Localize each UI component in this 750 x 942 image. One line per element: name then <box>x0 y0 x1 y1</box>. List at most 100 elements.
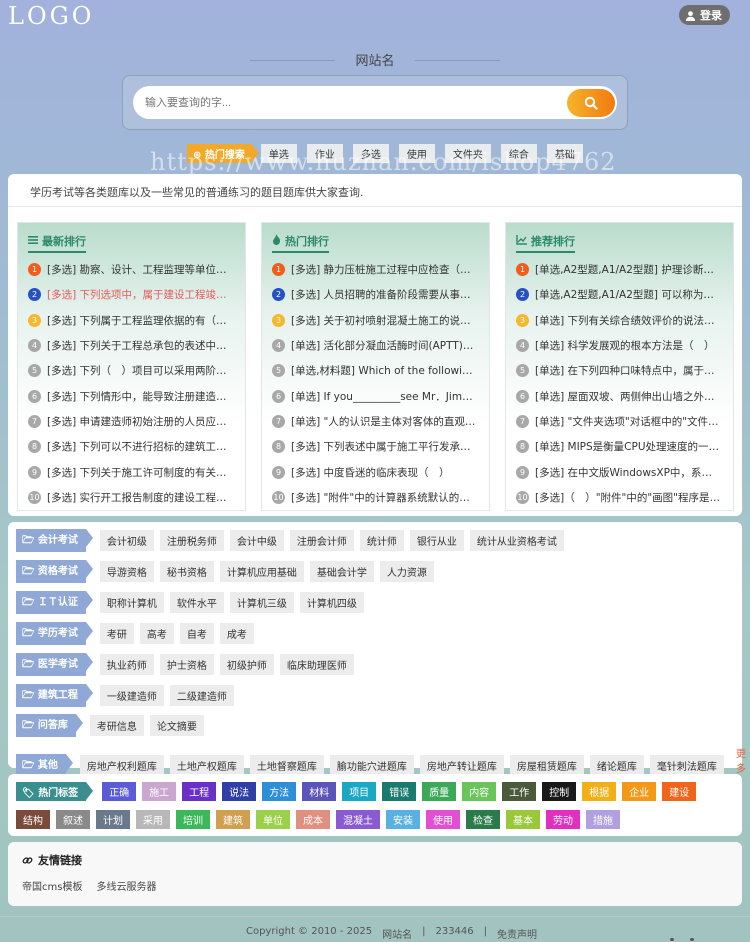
hot-tag[interactable]: 错误 <box>382 782 417 801</box>
category-label[interactable]: 🗁 建筑工程 <box>16 683 93 707</box>
category-tag[interactable]: 导游资格 <box>99 560 154 582</box>
rank-item[interactable]: 10 [多选] 实行开工报告制度的建设工程，因故中止施工 <box>28 485 234 510</box>
hot-tag[interactable]: 混凝土 <box>336 810 380 829</box>
category-tag[interactable]: 一级建造师 <box>99 684 164 706</box>
hot-keyword[interactable]: 基础 <box>546 144 583 163</box>
category-label[interactable]: 🗁 问答库 <box>16 714 83 738</box>
rank-item[interactable]: 9 [多选] 在中文版WindowsXP中，系统还原功能 <box>516 459 722 484</box>
friend-link[interactable]: 帝国cms模板 <box>22 878 82 893</box>
hot-tag[interactable]: 单位 <box>256 810 290 829</box>
hot-tag[interactable]: 结构 <box>16 810 50 829</box>
hot-tag[interactable]: 内容 <box>462 782 497 801</box>
rank-item[interactable]: 2 [多选] 人员招聘的准备阶段需要从事的工作有 <box>272 282 478 307</box>
category-tag[interactable]: 计算机应用基础 <box>219 560 304 582</box>
rank-item[interactable]: 5 [多选] 下列（ ）项目可以采用两阶段招标 <box>28 358 234 383</box>
category-tag[interactable]: 职称计算机 <box>99 591 164 613</box>
category-tag[interactable]: 自考 <box>179 622 214 644</box>
category-tag[interactable]: 统计从业资格考试 <box>469 530 564 551</box>
category-label[interactable]: 🗁 医学考试 <box>16 652 93 676</box>
rank-item[interactable]: 6 [单选] If you_________see Mr．Jim，y... <box>272 383 478 408</box>
hot-tag[interactable]: 安装 <box>386 810 420 829</box>
category-tag[interactable]: 高考 <box>139 622 174 644</box>
logo[interactable]: LOGO <box>8 2 94 30</box>
hot-tag[interactable]: 企业 <box>622 782 657 801</box>
rank-item[interactable]: 4 [单选] 科学发展观的根本方法是（ ） <box>516 333 722 358</box>
rank-item[interactable]: 3 [单选] 下列有关综合绩效评价的说法中正确的是 <box>516 308 722 333</box>
category-tag[interactable]: 基础会计学 <box>309 560 374 582</box>
rank-item[interactable]: 3 [多选] 下列属于工程监理依据的有（ ） <box>28 308 234 333</box>
hot-keyword[interactable]: 综合 <box>500 144 537 163</box>
rank-item[interactable]: 2 [多选] 下列选项中，属于建设工程竣工验收条件的有 <box>28 282 234 307</box>
rank-item[interactable]: 2 [单选,A2型题,A1/A2型题] 可以称为思维奔逸的 <box>516 282 722 307</box>
login-button[interactable]: 登录 <box>679 5 730 25</box>
footer-site[interactable]: 网站名 <box>382 926 412 941</box>
category-tag[interactable]: 初级护师 <box>219 653 274 675</box>
category-tag[interactable]: 统计师 <box>359 530 404 551</box>
rank-item[interactable]: 8 [多选] 下列可以不进行招标的建筑工程项目有 <box>28 434 234 459</box>
rank-item[interactable]: 9 [多选] 中度昏迷的临床表现（ ） <box>272 459 478 484</box>
rank-item[interactable]: 10 [多选]（ ）"附件"中的"画图"程序是一个 <box>516 485 722 510</box>
rank-item[interactable]: 6 [多选] 下列情形中，能导致注册建造师注册失效 <box>28 383 234 408</box>
hot-tag[interactable]: 材料 <box>302 782 337 801</box>
hot-tag[interactable]: 劳动 <box>546 810 580 829</box>
hot-tag[interactable]: 正确 <box>102 782 137 801</box>
category-tag[interactable]: 注册会计师 <box>289 530 354 551</box>
rank-item[interactable]: 1 [单选,A2型题,A1/A2型题] 护理诊断指出的问题 <box>516 257 722 282</box>
category-tag[interactable]: 银行从业 <box>409 530 464 551</box>
hot-tag[interactable]: 使用 <box>426 810 460 829</box>
category-label[interactable]: 🗁 ＩＴ认证 <box>16 590 93 614</box>
search-button[interactable] <box>567 89 615 117</box>
category-tag[interactable]: 会计中级 <box>229 530 284 551</box>
category-tag[interactable]: 考研 <box>99 622 134 644</box>
hot-tag[interactable]: 叙述 <box>56 810 90 829</box>
rank-item[interactable]: 8 [多选] 下列表述中属于施工平行发承包模式特点 <box>272 434 478 459</box>
hot-tag[interactable]: 成本 <box>296 810 330 829</box>
category-tag[interactable]: 护士资格 <box>159 653 214 675</box>
rank-item[interactable]: 7 [单选] "文件夹选项"对话框中的"文件类型"选项卡 <box>516 409 722 434</box>
category-tag[interactable]: 秘书资格 <box>159 560 214 582</box>
rank-item[interactable]: 9 [多选] 下列关于施工许可制度的有关表述中正确的 <box>28 459 234 484</box>
rank-item[interactable]: 5 [单选] 在下列四种口味特点中，属于山东菜的是 <box>516 358 722 383</box>
category-tag[interactable]: 成考 <box>219 622 254 644</box>
category-tag[interactable]: 计算机四级 <box>299 591 364 613</box>
hot-tag[interactable]: 基本 <box>506 810 540 829</box>
rank-item[interactable]: 1 [多选] 静力压桩施工过程中应检查（ ） <box>272 257 478 282</box>
rank-item[interactable]: 7 [单选] "人的认识是主体对客体的直观反映" <box>272 409 478 434</box>
rank-item[interactable]: 4 [单选] 活化部分凝血活酶时间(APTT)测定的是 <box>272 333 478 358</box>
rank-item[interactable]: 10 [多选] "附件"中的计算器系统默认的类型为 <box>272 485 478 510</box>
hot-tag[interactable]: 控制 <box>542 782 577 801</box>
category-tag[interactable]: 注册税务师 <box>159 530 224 551</box>
category-label[interactable]: 🗁 会计考试 <box>16 529 93 552</box>
rank-item[interactable]: 5 [单选,材料题] Which of the following sh... <box>272 358 478 383</box>
hot-tag[interactable]: 计划 <box>96 810 130 829</box>
rank-item[interactable]: 1 [多选] 勘察、设计、工程监理等单位签字盖章 <box>28 257 234 282</box>
rank-item[interactable]: 6 [单选] 屋面双坡、两侧伸出山墙之外，屋面的 <box>516 383 722 408</box>
category-tag[interactable]: 考研信息 <box>89 715 144 737</box>
friend-link[interactable]: 多线云服务器 <box>96 878 156 893</box>
hot-keyword[interactable]: 多选 <box>352 144 389 163</box>
category-tag[interactable]: 人力资源 <box>379 560 434 582</box>
rank-item[interactable]: 7 [多选] 申请建造师初始注册的人员应当具备的条件 <box>28 409 234 434</box>
hot-keyword[interactable]: 作业 <box>306 144 343 163</box>
category-label[interactable]: 🗁 学历考试 <box>16 621 93 645</box>
hot-tag[interactable]: 工作 <box>502 782 537 801</box>
hot-tag[interactable]: 检查 <box>466 810 500 829</box>
category-tag[interactable]: 二级建造师 <box>169 684 234 706</box>
hot-tag[interactable]: 工程 <box>182 782 217 801</box>
hot-tag[interactable]: 培训 <box>176 810 210 829</box>
category-tag[interactable]: 计算机三级 <box>229 591 294 613</box>
disclaimer-link[interactable]: 免责声明 <box>497 926 537 941</box>
hot-tag[interactable]: 措施 <box>586 810 620 829</box>
hot-tag[interactable]: 建筑 <box>216 810 250 829</box>
hot-tag[interactable]: 质量 <box>422 782 457 801</box>
rank-item[interactable]: 3 [多选] 关于初衬喷射混凝土施工的说法正确的有 <box>272 308 478 333</box>
hot-keyword[interactable]: 单选 <box>260 144 297 163</box>
category-tag[interactable]: 软件水平 <box>169 591 224 613</box>
rank-item[interactable]: 8 [单选] MIPS是衡量CPU处理速度的一种常用指标 <box>516 434 722 459</box>
hot-tag[interactable]: 建设 <box>662 782 697 801</box>
hot-tag[interactable]: 采用 <box>136 810 170 829</box>
category-label[interactable]: 🗁 资格考试 <box>16 559 93 583</box>
icp-number[interactable]: 233446 <box>435 926 473 941</box>
hot-tag[interactable]: 说法 <box>222 782 257 801</box>
category-tag[interactable]: 临床助理医师 <box>279 653 354 675</box>
